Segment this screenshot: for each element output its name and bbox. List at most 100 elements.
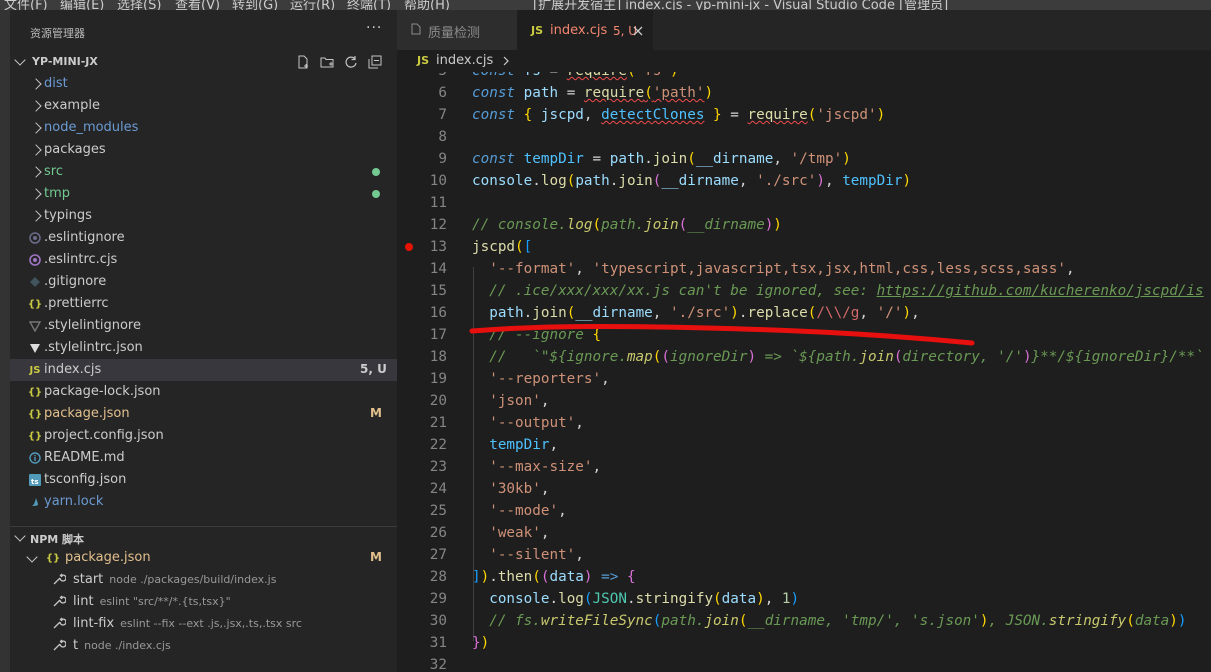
tree-item-label: index.cjs xyxy=(44,362,102,377)
code-line: 18 // `"${ignore.map((ignoreDir) => `${p… xyxy=(429,349,1204,365)
tree-file-stylelintignore[interactable]: .stylelintignore xyxy=(10,315,397,337)
menu-file[interactable]: 文件(F) xyxy=(4,0,48,10)
tab-label: index.cjs xyxy=(550,23,608,38)
tab-quality-check[interactable]: 质量检测 xyxy=(397,10,517,50)
npm-script-lint[interactable]: lint eslint "src/**/*.{ts,tsx}" xyxy=(10,591,397,613)
menu-terminal[interactable]: 终端(T) xyxy=(347,0,391,10)
tree-file-yarn-lock[interactable]: yarn.lock xyxy=(10,491,397,513)
breakpoint-icon[interactable] xyxy=(405,243,413,251)
explorer-sidebar: 资源管理器 ··· YP-MINI-JX dist example node_m… xyxy=(10,10,397,672)
collapse-all-icon[interactable] xyxy=(367,54,383,70)
refresh-icon[interactable] xyxy=(343,54,359,70)
code-line: 30 // fs.writeFileSync(path.join(__dirna… xyxy=(429,613,1187,629)
chevron-right-icon xyxy=(30,188,42,200)
code-line: 15 // .ice/xxx/xxx/xx.js can't be ignore… xyxy=(429,283,1204,299)
breadcrumb-file[interactable]: index.cjs xyxy=(436,53,493,68)
braces-icon: {} xyxy=(27,430,43,442)
npm-script-start[interactable]: start node ./packages/build/index.js xyxy=(10,569,397,591)
code-line: 19 '--reporters', xyxy=(429,371,610,387)
activity-bar xyxy=(0,10,10,672)
tree-file-eslintrc[interactable]: .eslintrc.cjs xyxy=(10,249,397,271)
tree-item-label: src xyxy=(44,164,63,179)
tree-folder-example[interactable]: example xyxy=(10,95,397,117)
tree-file-stylelintrc[interactable]: .stylelintrc.json xyxy=(10,337,397,359)
code-line: 27 '--silent', xyxy=(429,547,584,563)
code-line: 11 xyxy=(429,195,447,211)
tree-file-gitignore[interactable]: .gitignore xyxy=(10,271,397,293)
yarn-icon xyxy=(28,494,42,510)
wrench-icon xyxy=(52,638,68,654)
tree-file-package-json[interactable]: {} package.json M xyxy=(10,403,397,425)
tab-index-cjs[interactable]: JS index.cjs 5, U xyxy=(517,10,653,51)
title-bar: 文件(F) 编辑(E) 选择(S) 查看(V) 转到(G) 运行(R) 终端(T… xyxy=(0,0,1211,10)
chevron-right-icon xyxy=(30,166,42,178)
menu-run[interactable]: 运行(R) xyxy=(290,0,335,10)
code-editor[interactable]: 5const fs = require('fs') 6const path = … xyxy=(397,72,1211,672)
code-line: 10 console.log(path.join(__dirname, './sr… xyxy=(429,173,912,189)
tree-folder-typings[interactable]: typings xyxy=(10,205,397,227)
tree-file-index-cjs[interactable]: JS index.cjs 5, U xyxy=(10,359,397,381)
menu-view[interactable]: 查看(V) xyxy=(175,0,220,10)
tree-folder-node-modules[interactable]: node_modules xyxy=(10,117,397,139)
tree-file-tsconfig[interactable]: ts tsconfig.json xyxy=(10,469,397,491)
npm-package-label: package.json xyxy=(65,550,151,565)
tree-item-label: tmp xyxy=(44,186,71,201)
wrench-icon xyxy=(52,616,68,632)
npm-package-node[interactable]: {} package.json M xyxy=(10,547,397,569)
tree-item-label: .gitignore xyxy=(44,274,107,289)
eslint-ignore-icon xyxy=(28,230,42,246)
npm-scripts-title: NPM 脚本 xyxy=(30,533,85,546)
chevron-down-icon xyxy=(26,551,38,563)
tree-folder-dist[interactable]: dist xyxy=(10,73,397,95)
problems-badge: 5, U xyxy=(360,362,387,376)
npm-script-lint-fix[interactable]: lint-fix eslint --fix --ext .js,.jsx,.ts,… xyxy=(10,613,397,635)
wrench-icon xyxy=(52,572,68,588)
tree-file-prettierrc[interactable]: {} .prettierrc xyxy=(10,293,397,315)
code-line: 8 xyxy=(438,129,447,145)
code-line: 26 'weak', xyxy=(429,525,550,541)
file-icon xyxy=(411,23,421,39)
tree-folder-src[interactable]: src xyxy=(10,161,397,183)
code-line: 6 const path = require('path') xyxy=(438,85,714,101)
npm-script-name: start node ./packages/build/index.js xyxy=(73,572,277,587)
project-section-header[interactable]: YP-MINI-JX xyxy=(10,51,397,73)
tree-file-package-lock[interactable]: {} package-lock.json xyxy=(10,381,397,403)
tree-file-project-config[interactable]: {} project.config.json xyxy=(10,425,397,447)
tab-label: 质量检测 xyxy=(428,26,481,41)
tree-item-label: .eslintrc.cjs xyxy=(44,252,118,267)
tree-file-readme[interactable]: README.md xyxy=(10,447,397,469)
code-line: 21 '--output', xyxy=(429,415,584,431)
more-actions-icon[interactable]: ··· xyxy=(366,20,382,36)
menu-goto[interactable]: 转到(G) xyxy=(232,0,278,10)
braces-icon: {} xyxy=(27,386,43,398)
chevron-right-icon xyxy=(30,78,42,90)
new-file-icon[interactable] xyxy=(295,54,311,70)
tree-folder-tmp[interactable]: tmp xyxy=(10,183,397,205)
tree-item-label: .eslintignore xyxy=(44,230,125,245)
tree-item-label: tsconfig.json xyxy=(44,472,127,487)
menu-edit[interactable]: 编辑(E) xyxy=(60,0,104,10)
modified-badge: M xyxy=(370,550,382,564)
info-icon xyxy=(28,450,42,466)
tree-file-eslintignore[interactable]: .eslintignore xyxy=(10,227,397,249)
tree-item-label: packages xyxy=(44,142,106,157)
close-icon[interactable] xyxy=(633,25,643,40)
editor-tabs: 质量检测 JS index.cjs 5, U xyxy=(397,10,1211,51)
code-line: 14 '--format', 'typescript,javascript,ts… xyxy=(429,261,1075,277)
tree-item-label: README.md xyxy=(44,450,125,465)
code-line: 28]).then((data) => { xyxy=(429,569,636,585)
npm-scripts-header[interactable]: NPM 脚本 xyxy=(10,526,397,549)
code-line: 7 const { jscpd, detectClones } = require… xyxy=(438,107,886,123)
tree-item-label: package-lock.json xyxy=(44,384,161,399)
breadcrumb: JS index.cjs xyxy=(397,50,1211,72)
code-line: 20 'json', xyxy=(429,393,550,409)
menu-selection[interactable]: 选择(S) xyxy=(117,0,161,10)
chevron-right-icon xyxy=(30,100,42,112)
tree-item-label: .stylelintignore xyxy=(44,318,141,333)
tree-folder-packages[interactable]: packages xyxy=(10,139,397,161)
code-line: 12// console.log(path.join(__dirname)) xyxy=(429,217,782,233)
code-line: 31}) xyxy=(429,635,490,651)
npm-script-t[interactable]: t node ./index.cjs xyxy=(10,635,397,657)
menu-help[interactable]: 帮助(H) xyxy=(404,0,450,10)
new-folder-icon[interactable] xyxy=(319,54,335,70)
